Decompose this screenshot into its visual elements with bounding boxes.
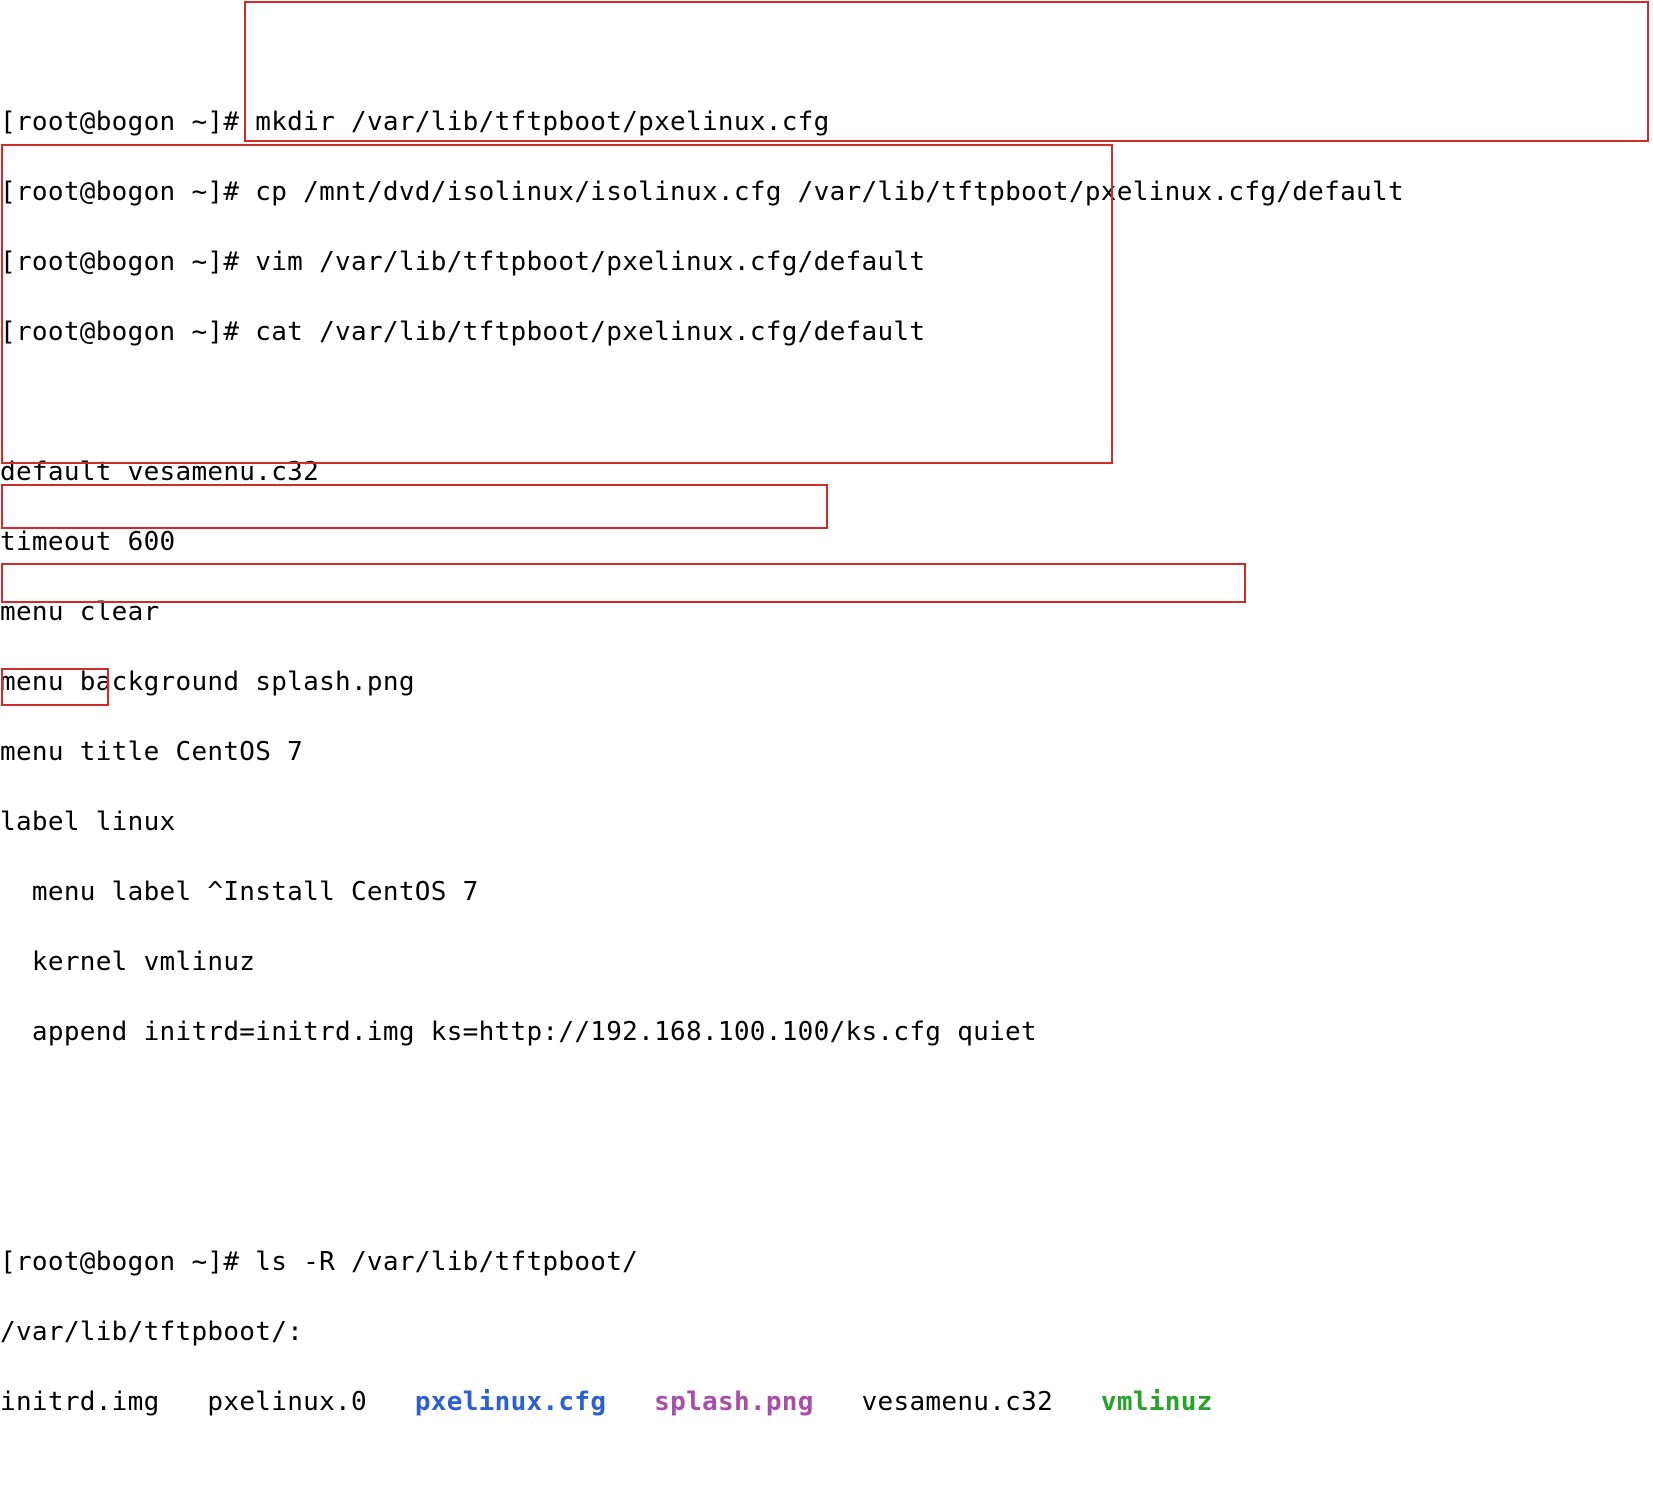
cfg-line: menu clear bbox=[0, 595, 1653, 630]
cmd-line-ls: [root@bogon ~]# ls -R /var/lib/tftpboot/ bbox=[0, 1245, 1653, 1280]
cfg-line: menu background splash.png bbox=[0, 665, 1653, 700]
command-text: mkdir /var/lib/tftpboot/pxelinux.cfg bbox=[255, 107, 829, 137]
file-vmlinuz: vmlinuz bbox=[1101, 1387, 1213, 1417]
cfg-line: timeout 600 bbox=[0, 525, 1653, 560]
cmd-line-mkdir: [root@bogon ~]# mkdir /var/lib/tftpboot/… bbox=[0, 105, 1653, 140]
file-pxelinux-0: pxelinux.0 bbox=[207, 1387, 367, 1417]
command-text: cp /mnt/dvd/isolinux/isolinux.cfg /var/l… bbox=[255, 177, 1404, 207]
ls-listing: initrd.img pxelinux.0 pxelinux.cfg splas… bbox=[0, 1385, 1653, 1420]
cfg-line: menu label ^Install CentOS 7 bbox=[0, 875, 1653, 910]
cfg-line: label linux bbox=[0, 805, 1653, 840]
file-vesamenu-c32: vesamenu.c32 bbox=[862, 1387, 1053, 1417]
file-initrd-img: initrd.img bbox=[0, 1387, 160, 1417]
command-text: cat /var/lib/tftpboot/pxelinux.cfg/defau… bbox=[255, 317, 925, 347]
cfg-line: default vesamenu.c32 bbox=[0, 455, 1653, 490]
cfg-line: kernel vmlinuz bbox=[0, 945, 1653, 980]
cmd-line-vim: [root@bogon ~]# vim /var/lib/tftpboot/px… bbox=[0, 245, 1653, 280]
command-text: vim /var/lib/tftpboot/pxelinux.cfg/defau… bbox=[255, 247, 925, 277]
dir-pxelinux-cfg: pxelinux.cfg bbox=[415, 1387, 606, 1417]
cfg-line: append initrd=initrd.img ks=http://192.1… bbox=[0, 1015, 1653, 1050]
ls-header: /var/lib/tftpboot/: bbox=[0, 1315, 1653, 1350]
cmd-line-cp: [root@bogon ~]# cp /mnt/dvd/isolinux/iso… bbox=[0, 175, 1653, 210]
highlight-box-ls-command bbox=[1, 484, 828, 529]
shell-prompt: [root@bogon ~]# bbox=[0, 247, 255, 277]
shell-prompt: [root@bogon ~]# bbox=[0, 107, 255, 137]
shell-prompt: [root@bogon ~]# bbox=[0, 177, 255, 207]
file-splash-png: splash.png bbox=[654, 1387, 814, 1417]
shell-prompt: [root@bogon ~]# bbox=[0, 317, 255, 347]
cfg-line: menu title CentOS 7 bbox=[0, 735, 1653, 770]
terminal-area[interactable]: [root@bogon ~]# mkdir /var/lib/tftpboot/… bbox=[0, 0, 1653, 1504]
cmd-line-cat: [root@bogon ~]# cat /var/lib/tftpboot/px… bbox=[0, 315, 1653, 350]
